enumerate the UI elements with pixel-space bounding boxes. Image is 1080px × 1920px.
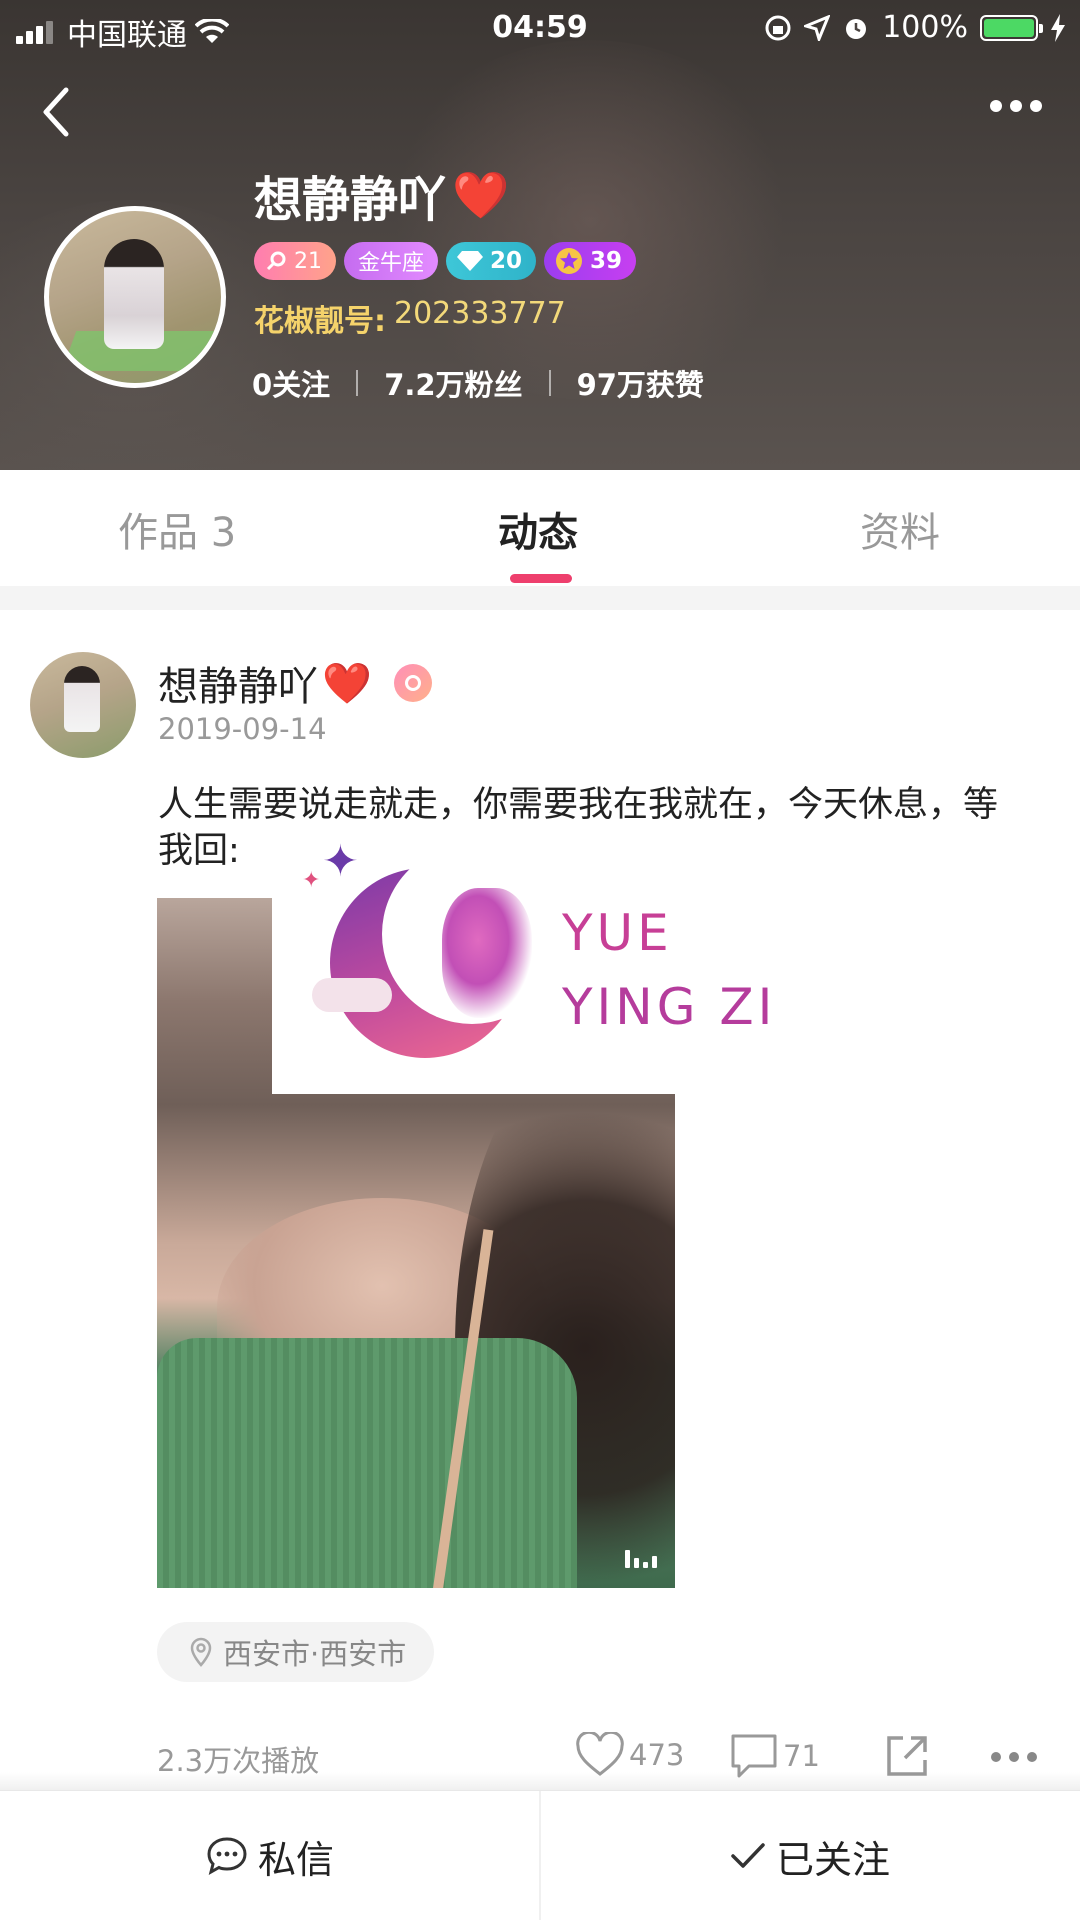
fans-count[interactable]: 7.2万粉丝 [384, 362, 522, 404]
comment-count: 71 [783, 1739, 820, 1773]
profile-name-text: 想静静吖 [254, 172, 447, 228]
tab-profile-info[interactable]: 资料 [860, 500, 940, 558]
divider [356, 370, 359, 396]
section-gap [0, 586, 1080, 610]
gender-badge: 21 [254, 242, 336, 280]
chat-bubble-icon [207, 1837, 247, 1876]
user-id-label: 花椒靓号: [254, 304, 386, 339]
battery-icon [980, 14, 1043, 41]
diamond-icon [457, 251, 484, 271]
location-pin-icon [190, 1637, 212, 1667]
profile-avatar[interactable] [44, 206, 226, 388]
zodiac-badge: 金牛座 [344, 242, 439, 280]
message-button[interactable]: 私信 [0, 1791, 540, 1920]
zodiac-badge-value: 金牛座 [358, 251, 425, 276]
message-label: 私信 [257, 1837, 334, 1882]
location-text: 西安市·西安市 [223, 1637, 407, 1671]
profile-page: 中国联通 04:59 100% 想静静吖 ❤️ 21 金牛座 20 39 花椒靓… [0, 0, 1080, 1920]
post-author-avatar[interactable] [30, 652, 136, 758]
user-id: 花椒靓号: 202333777 [254, 296, 566, 340]
follow-label: 已关注 [775, 1837, 890, 1882]
more-options-button[interactable] [990, 92, 1050, 120]
watermark-text-line2: YING ZI [562, 978, 777, 1036]
likes-count: 97万获赞 [576, 368, 704, 402]
back-icon[interactable] [36, 84, 76, 140]
alarm-icon [846, 18, 867, 39]
user-id-value: 202333777 [394, 296, 566, 331]
post-date: 2019-09-14 [158, 712, 327, 746]
checkmark-icon [731, 1843, 765, 1868]
like-count: 473 [629, 1738, 685, 1772]
tab-moments[interactable]: 动态 [498, 500, 578, 558]
profile-stats: 0关注 7.2万粉丝 97万获赞 [252, 362, 704, 404]
active-tab-indicator [510, 574, 572, 583]
diamond-badge-value: 20 [490, 248, 523, 274]
post-more-button[interactable] [991, 1752, 1037, 1762]
battery-percent: 100% [882, 10, 968, 45]
bottom-action-bar: 私信 已关注 [0, 1790, 1080, 1920]
watermark-logo: ✦ ✦ YUE YING ZI [272, 828, 808, 1094]
sparkle-icon: ✦ [302, 868, 321, 893]
level-badge: 39 [544, 242, 637, 280]
profile-badges: 21 金牛座 20 39 [254, 242, 637, 280]
sound-wave-icon [625, 1544, 657, 1568]
female-icon [393, 664, 432, 702]
location-arrow-icon [804, 14, 831, 41]
sparkle-icon: ✦ [322, 836, 359, 887]
star-medal-icon [556, 248, 583, 274]
diamond-badge: 20 [446, 242, 537, 280]
post-author: 想静静吖 ❤️ [158, 654, 432, 712]
divider [548, 370, 551, 396]
profile-name: 想静静吖 ❤️ [254, 160, 509, 230]
heart-emoji: ❤️ [452, 167, 510, 222]
rotation-lock-icon [765, 15, 791, 40]
bottom-shadow [0, 1772, 1080, 1790]
female-icon [266, 251, 286, 271]
profile-header: 中国联通 04:59 100% 想静静吖 ❤️ 21 金牛座 20 39 花椒靓… [0, 0, 1080, 470]
status-bar: 中国联通 04:59 100% [0, 0, 1080, 54]
location-tag[interactable]: 西安市·西安市 [157, 1622, 435, 1682]
gender-badge-value: 21 [294, 248, 322, 274]
following-count[interactable]: 0关注 [252, 362, 330, 404]
profile-tabs: 作品 3 动态 资料 [0, 470, 1080, 586]
tab-works[interactable]: 作品 3 [118, 500, 236, 558]
heart-emoji: ❤️ [322, 660, 372, 707]
post-author-name[interactable]: 想静静吖 [158, 654, 318, 712]
watermark-text-line1: YUE [562, 904, 673, 962]
fairy-icon [442, 888, 532, 1018]
follow-button[interactable]: 已关注 [540, 1791, 1080, 1920]
level-badge-value: 39 [590, 248, 623, 274]
charging-icon [1051, 13, 1065, 42]
